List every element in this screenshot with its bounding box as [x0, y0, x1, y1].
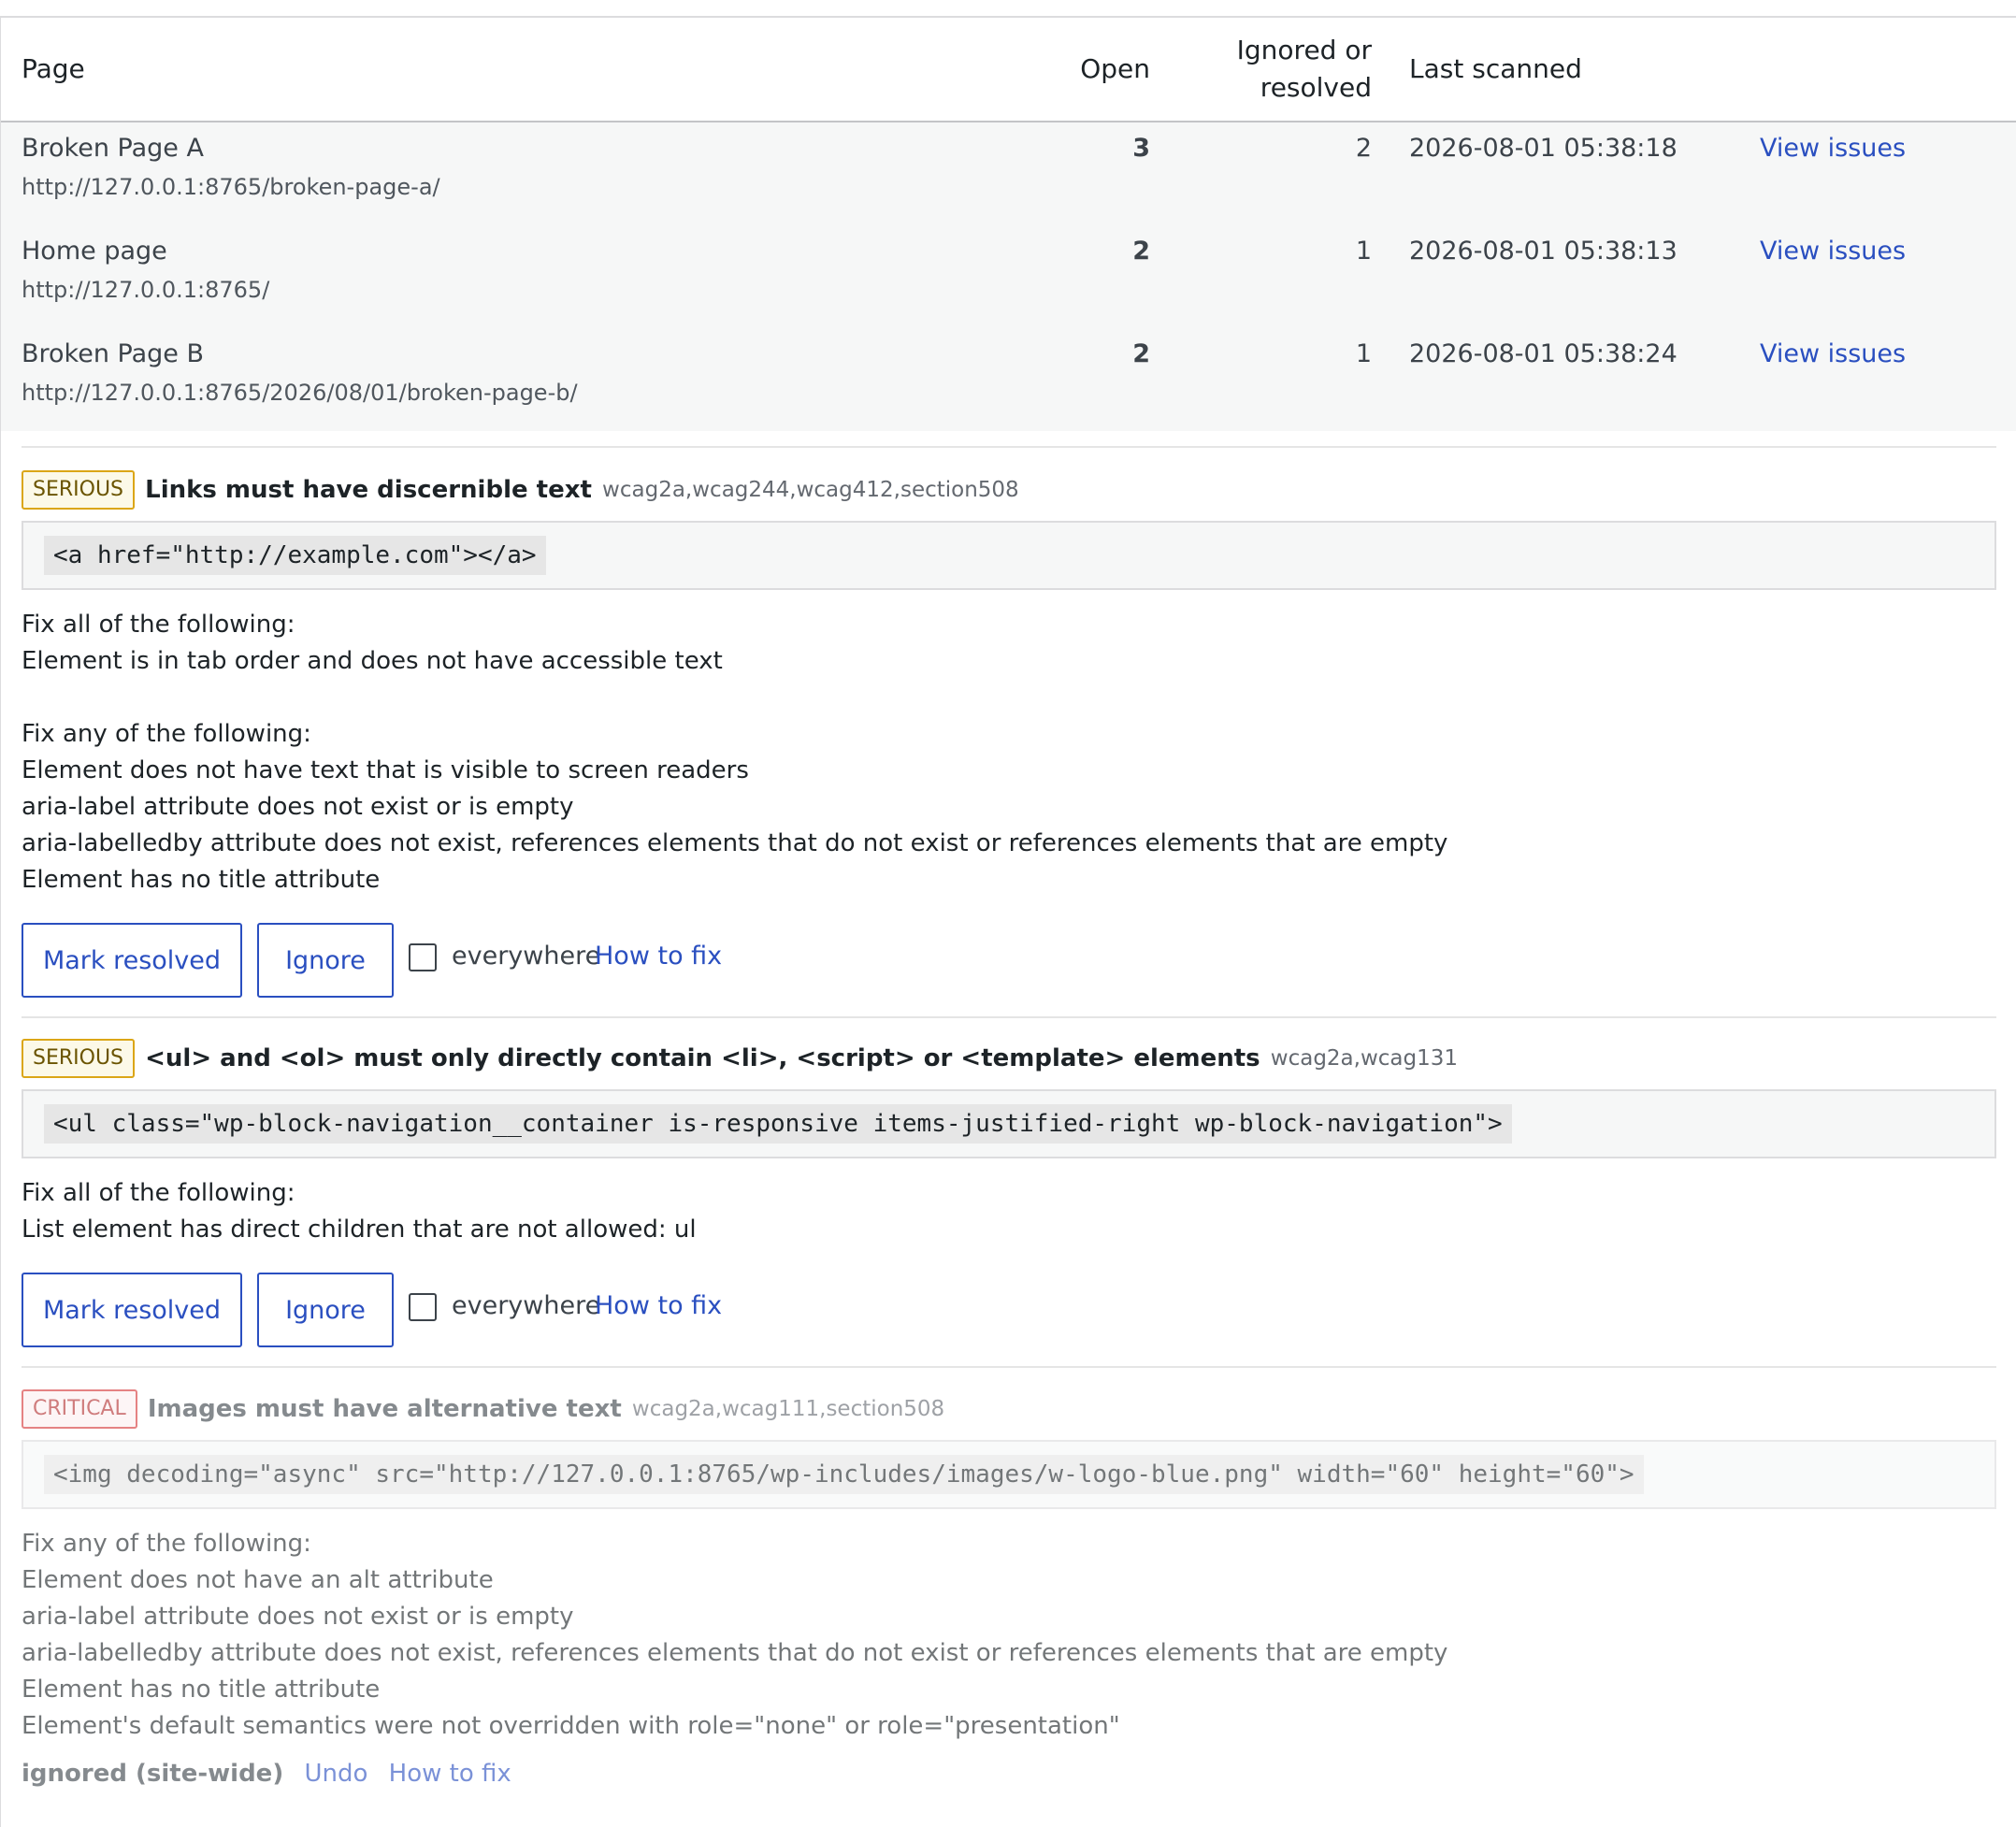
rule-title: <ul> and <ol> must only directly contain…: [145, 1044, 1260, 1072]
issue-card: SERIOUS <ul> and <ol> must only directly…: [22, 1039, 1996, 1347]
report-panel: Page Open Ignored or resolved Last scann…: [0, 16, 2016, 1827]
everywhere-checkbox[interactable]: [409, 1293, 437, 1321]
fix-instructions: Fix all of the following: List element h…: [22, 1175, 1996, 1248]
code-snippet: <img decoding="async" src="http://127.0.…: [44, 1455, 1644, 1494]
open-count: 2: [1132, 237, 1150, 266]
table-row: Home page http://127.0.0.1:8765/ 2 1 202…: [1, 225, 2016, 328]
page-url: http://127.0.0.1:8765/2026/08/01/broken-…: [22, 380, 578, 406]
issue-header: SERIOUS Links must have discernible text…: [22, 470, 1996, 511]
fix-all-heading: Fix all of the following:: [22, 1179, 295, 1207]
issue-header: CRITICAL Images must have alternative te…: [22, 1389, 1996, 1431]
ignored-status: ignored (site-wide): [22, 1760, 284, 1788]
how-to-fix-link[interactable]: How to fix: [595, 1291, 722, 1320]
view-issues-link[interactable]: View issues: [1760, 237, 1906, 266]
table-row: Broken Page A http://127.0.0.1:8765/brok…: [1, 122, 2016, 225]
view-issues-link[interactable]: View issues: [1760, 134, 1906, 163]
fix-item: aria-label attribute does not exist or i…: [22, 793, 574, 821]
table-row: Broken Page B http://127.0.0.1:8765/2026…: [1, 328, 2016, 431]
column-header-ignored[interactable]: Ignored or resolved: [1185, 32, 1372, 107]
fix-item: Element does not have text that is visib…: [22, 756, 749, 784]
column-header-open[interactable]: Open: [1080, 50, 1150, 88]
issue-actions: Mark resolved Ignore everywhere How to f…: [22, 1273, 1996, 1347]
fix-any-heading: Fix any of the following:: [22, 720, 311, 748]
pages-table: Page Open Ignored or resolved Last scann…: [1, 18, 2016, 431]
fix-any-heading: Fix any of the following:: [22, 1530, 311, 1558]
fix-item: Element has no title attribute: [22, 1676, 381, 1704]
mark-resolved-button[interactable]: Mark resolved: [22, 1273, 242, 1347]
code-snippet-box: <ul class="wp-block-navigation__containe…: [22, 1089, 1996, 1158]
undo-link[interactable]: Undo: [304, 1760, 367, 1788]
page-url: http://127.0.0.1:8765/: [22, 277, 270, 303]
severity-badge: CRITICAL: [22, 1389, 137, 1429]
issue-card: SERIOUS Links must have discernible text…: [22, 470, 1996, 998]
rule-tags: wcag2a,wcag131: [1270, 1046, 1459, 1071]
fix-item: Element does not have an alt attribute: [22, 1566, 494, 1594]
table-body: Broken Page A http://127.0.0.1:8765/brok…: [1, 122, 2016, 431]
column-header-last-scanned[interactable]: Last scanned: [1409, 50, 1582, 88]
code-snippet-box: <a href="http://example.com"></a>: [22, 521, 1996, 590]
code-snippet-box: <img decoding="async" src="http://127.0.…: [22, 1440, 1996, 1509]
issue-divider: [22, 1016, 1996, 1018]
issue-status-line: ignored (site-wide) Undo How to fix: [22, 1760, 1996, 1797]
ignore-button[interactable]: Ignore: [257, 1273, 394, 1347]
last-scanned: 2026-08-01 05:38:13: [1409, 237, 1678, 266]
open-count: 3: [1132, 134, 1150, 163]
rule-tags: wcag2a,wcag111,section508: [631, 1397, 945, 1421]
page-url: http://127.0.0.1:8765/broken-page-a/: [22, 174, 440, 200]
code-snippet: <ul class="wp-block-navigation__containe…: [44, 1104, 1512, 1144]
everywhere-label[interactable]: everywhere: [452, 1291, 600, 1320]
fix-item: aria-label attribute does not exist or i…: [22, 1603, 574, 1631]
fix-instructions: Fix all of the following: Element is in …: [22, 607, 1996, 899]
column-header-ignored-line2: resolved: [1260, 72, 1372, 103]
code-snippet: <a href="http://example.com"></a>: [44, 536, 546, 575]
everywhere-label[interactable]: everywhere: [452, 942, 600, 971]
how-to-fix-link[interactable]: How to fix: [595, 942, 722, 971]
last-scanned: 2026-08-01 05:38:24: [1409, 339, 1678, 368]
ignored-count: 1: [1355, 237, 1372, 266]
issue-divider: [22, 1366, 1996, 1368]
mark-resolved-button[interactable]: Mark resolved: [22, 923, 242, 998]
ignore-button[interactable]: Ignore: [257, 923, 394, 998]
fix-item: List element has direct children that ar…: [22, 1216, 697, 1244]
page-title: Broken Page B: [22, 339, 204, 368]
issue-divider: [22, 446, 1996, 448]
rule-title: Images must have alternative text: [147, 1395, 622, 1423]
fix-item: Element is in tab order and does not hav…: [22, 647, 723, 675]
column-header-ignored-line1: Ignored or: [1236, 35, 1372, 65]
fix-item: Element's default semantics were not ove…: [22, 1712, 1120, 1740]
issue-card-ignored: CRITICAL Images must have alternative te…: [22, 1389, 1996, 1797]
page-title: Home page: [22, 237, 167, 266]
severity-badge: SERIOUS: [22, 1039, 136, 1078]
fix-all-heading: Fix all of the following:: [22, 611, 295, 639]
column-header-page[interactable]: Page: [22, 50, 85, 88]
fix-item: aria-labelledby attribute does not exist…: [22, 829, 1448, 857]
fix-instructions: Fix any of the following: Element does n…: [22, 1526, 1996, 1745]
table-header: Page Open Ignored or resolved Last scann…: [1, 18, 2016, 122]
last-scanned: 2026-08-01 05:38:18: [1409, 134, 1678, 163]
fix-item: Element has no title attribute: [22, 866, 381, 894]
everywhere-checkbox[interactable]: [409, 943, 437, 971]
rule-tags: wcag2a,wcag244,wcag412,section508: [602, 478, 1019, 502]
fix-item: aria-labelledby attribute does not exist…: [22, 1639, 1448, 1667]
how-to-fix-link[interactable]: How to fix: [389, 1760, 511, 1788]
severity-badge: SERIOUS: [22, 470, 136, 510]
issue-actions: Mark resolved Ignore everywhere How to f…: [22, 923, 1996, 998]
ignored-count: 2: [1355, 134, 1372, 163]
page-title: Broken Page A: [22, 134, 204, 163]
open-count: 2: [1132, 339, 1150, 368]
issue-header: SERIOUS <ul> and <ol> must only directly…: [22, 1039, 1996, 1080]
rule-title: Links must have discernible text: [145, 476, 592, 504]
accessibility-report-page: Page Open Ignored or resolved Last scann…: [0, 0, 2016, 1827]
view-issues-link[interactable]: View issues: [1760, 339, 1906, 368]
ignored-count: 1: [1355, 339, 1372, 368]
